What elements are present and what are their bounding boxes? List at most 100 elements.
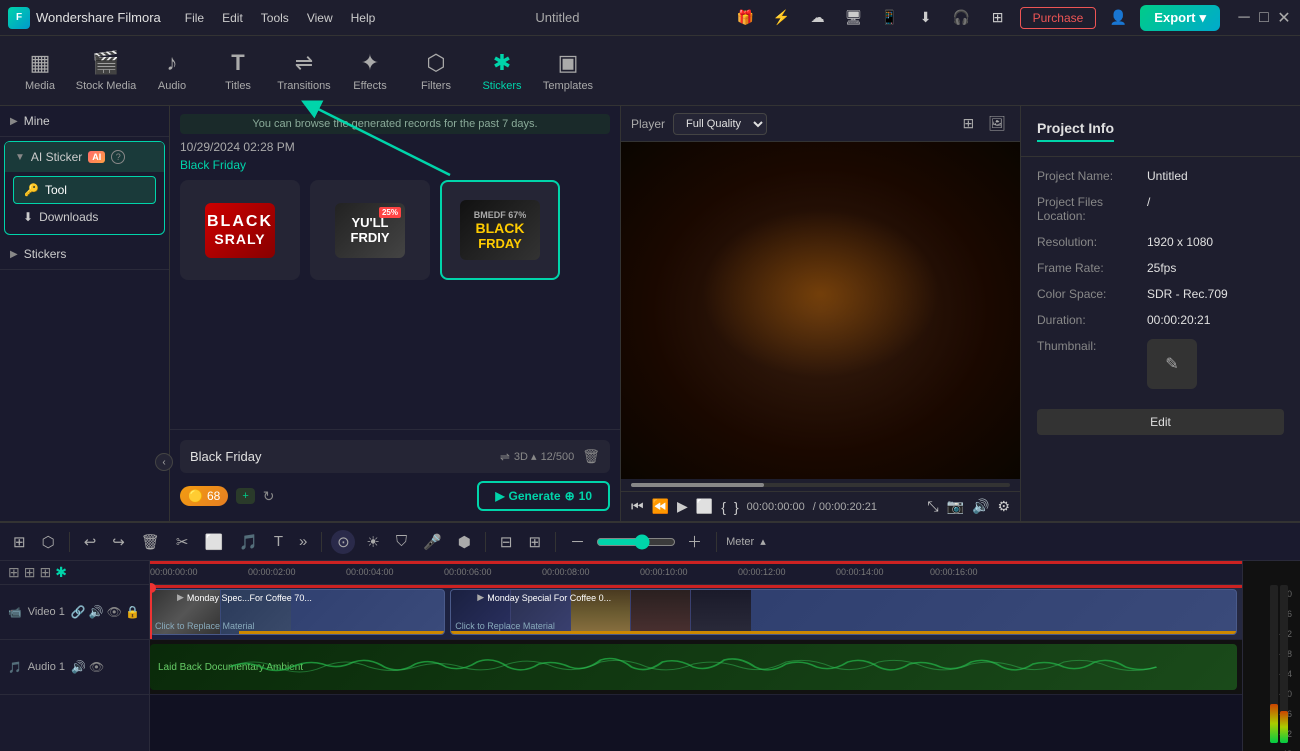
ruler-mark-0: 00:00:00:00 [150, 567, 198, 577]
tl-cut-icon[interactable]: ✂ [171, 530, 194, 554]
tool-item[interactable]: 🔑 Tool [13, 176, 156, 204]
video-clip-1[interactable]: ▶ Monday Spec...For Coffee 70... Click t… [150, 589, 445, 635]
mark-in-button[interactable]: { [721, 499, 726, 515]
progress-bar[interactable] [631, 483, 1010, 487]
add-link-icon[interactable]: ⊞ [39, 564, 51, 581]
help-badge[interactable]: ? [111, 150, 125, 164]
tool-stock-media[interactable]: 🎬 Stock Media [74, 39, 138, 103]
tool-transitions[interactable]: ⇌ Transitions [272, 39, 336, 103]
gift-icon[interactable]: 🎁 [732, 4, 760, 32]
add-track-icon[interactable]: ⊞ [8, 564, 20, 581]
menu-file[interactable]: File [177, 9, 212, 27]
tl-detach-icon[interactable]: ⊟ [495, 530, 518, 554]
coin-badge[interactable]: 🟡 68 [180, 486, 228, 506]
track-lock-icon[interactable]: 🔒 [125, 605, 140, 619]
three-d-badge[interactable]: 3D ▴ [514, 450, 537, 463]
tl-audio-icon[interactable]: 🎵 [234, 530, 263, 554]
lightning-icon[interactable]: ⚡ [768, 4, 796, 32]
close-button[interactable]: ✕ [1276, 10, 1292, 26]
tl-snap-icon[interactable]: ⊙ [331, 530, 355, 554]
thumbnail-box[interactable]: ✎ [1147, 339, 1197, 389]
audio-clip-1[interactable]: Laid Back Documentary Ambient [150, 644, 1237, 690]
tl-redo-icon[interactable]: ↪ [107, 530, 130, 554]
menu-tools[interactable]: Tools [253, 9, 297, 27]
grid-icon[interactable]: ⊞ [984, 4, 1012, 32]
tool-templates[interactable]: ▣ Templates [536, 39, 600, 103]
tl-text-icon[interactable]: T [269, 530, 288, 553]
purchase-button[interactable]: Purchase [1020, 7, 1097, 29]
tool-audio[interactable]: ♪ Audio [140, 39, 204, 103]
audio-track-vol-icon[interactable]: 🔊 [71, 660, 86, 674]
add-audio-track-icon[interactable]: ⊞ [24, 564, 36, 581]
tool-stickers[interactable]: ✱ Stickers [470, 39, 534, 103]
tl-crop-icon[interactable]: ⬜ [199, 530, 228, 554]
prev-button[interactable]: ⏮ [631, 498, 644, 515]
screenshot-btn[interactable]: 📷 [947, 498, 964, 515]
coin-count: 68 [207, 489, 220, 503]
meter-sort-icon[interactable]: ▴ [760, 535, 766, 548]
track-link-icon[interactable]: 🔗 [71, 605, 86, 619]
full-screen-btn[interactable]: ⤡ [927, 498, 938, 515]
rewind-button[interactable]: ⏪ [652, 498, 669, 515]
refresh-icon[interactable]: ↻ [263, 488, 275, 505]
ai-sticker-header[interactable]: ▼ AI Sticker AI ? [5, 142, 164, 172]
volume-btn[interactable]: 🔊 [972, 498, 989, 515]
minimize-button[interactable]: ─ [1236, 10, 1252, 26]
generate-text-input[interactable] [190, 449, 500, 464]
tl-select-icon[interactable]: ⬡ [37, 530, 60, 554]
tool-filters[interactable]: ⬡ Filters [404, 39, 468, 103]
tl-shield-icon[interactable]: ⛉ [391, 530, 412, 553]
tl-minus-icon[interactable]: － [565, 528, 590, 555]
video-clip-2[interactable]: ▶ Monday Special For Coffee 0... Click t… [450, 589, 1236, 635]
video-thumbnail [621, 142, 1020, 479]
zoom-slider[interactable] [596, 534, 676, 550]
tl-plus-icon[interactable]: ＋ [682, 528, 707, 555]
tl-connect-icon[interactable]: ⬢ [453, 530, 476, 554]
meter-label[interactable]: Meter [726, 536, 754, 548]
tl-layout-icon[interactable]: ⊞ [8, 530, 31, 554]
cloud-icon[interactable]: ☁ [804, 4, 832, 32]
plus-badge[interactable]: + [236, 488, 254, 504]
tool-titles[interactable]: T Titles [206, 39, 270, 103]
screen-icon[interactable]: 🖥 [840, 4, 868, 32]
phone-icon[interactable]: 📱 [876, 4, 904, 32]
tool-effects[interactable]: ✦ Effects [338, 39, 402, 103]
menu-view[interactable]: View [299, 9, 341, 27]
play-button[interactable]: ▶ [677, 498, 688, 515]
grid-view-icon[interactable]: ⊞ [958, 113, 978, 134]
project-info-tab[interactable]: Project Info [1037, 120, 1114, 142]
sticker-item-2[interactable]: 25% YU'LL FRDIY [310, 180, 430, 280]
tl-sync-icon[interactable]: ⊞ [523, 530, 546, 554]
menu-help[interactable]: Help [343, 9, 384, 27]
tl-delete-icon[interactable]: 🗑 [136, 530, 165, 554]
add-special-icon[interactable]: ✱ [55, 564, 67, 581]
mark-out-button[interactable]: } [734, 499, 739, 515]
menu-edit[interactable]: Edit [214, 9, 251, 27]
generate-button[interactable]: ▶ Generate ⊕ 10 [477, 481, 610, 511]
tl-more-icon[interactable]: » [294, 530, 312, 553]
stop-button[interactable]: ⬜ [696, 498, 713, 515]
headphone-icon[interactable]: 🎧 [948, 4, 976, 32]
maximize-button[interactable]: □ [1256, 10, 1272, 26]
stickers-header[interactable]: ▶ Stickers [0, 239, 169, 269]
tl-undo-icon[interactable]: ↩ [79, 530, 102, 554]
audio-track-eye-icon[interactable]: 👁 [89, 660, 104, 674]
track-vol-icon[interactable]: 🔊 [89, 605, 104, 619]
sticker-item-1[interactable]: BLACK SRALY [180, 180, 300, 280]
download-icon[interactable]: ⬇ [912, 4, 940, 32]
tl-mic-icon[interactable]: 🎤 [418, 530, 447, 554]
track-eye-icon[interactable]: 👁 [107, 605, 122, 619]
export-button[interactable]: Export ▾ [1140, 5, 1220, 31]
panel-collapse-btn[interactable]: ‹ [155, 453, 173, 471]
downloads-item[interactable]: ⬇ Downloads [13, 204, 156, 230]
tool-media[interactable]: ▦ Media [8, 39, 72, 103]
profile-icon[interactable]: 👤 [1104, 4, 1132, 32]
fullscreen-icon[interactable]: 🖼 [984, 113, 1010, 134]
sticker-item-3[interactable]: BMEDF 67% BLACK FRDAY [440, 180, 560, 280]
tl-ripple-icon[interactable]: ☀ [361, 530, 384, 554]
mine-header[interactable]: ▶ Mine [0, 106, 169, 136]
edit-button[interactable]: Edit [1037, 409, 1284, 435]
delete-icon[interactable]: 🗑 [582, 448, 600, 465]
settings-btn[interactable]: ⚙ [997, 498, 1010, 515]
quality-select[interactable]: Full Quality [673, 113, 767, 135]
